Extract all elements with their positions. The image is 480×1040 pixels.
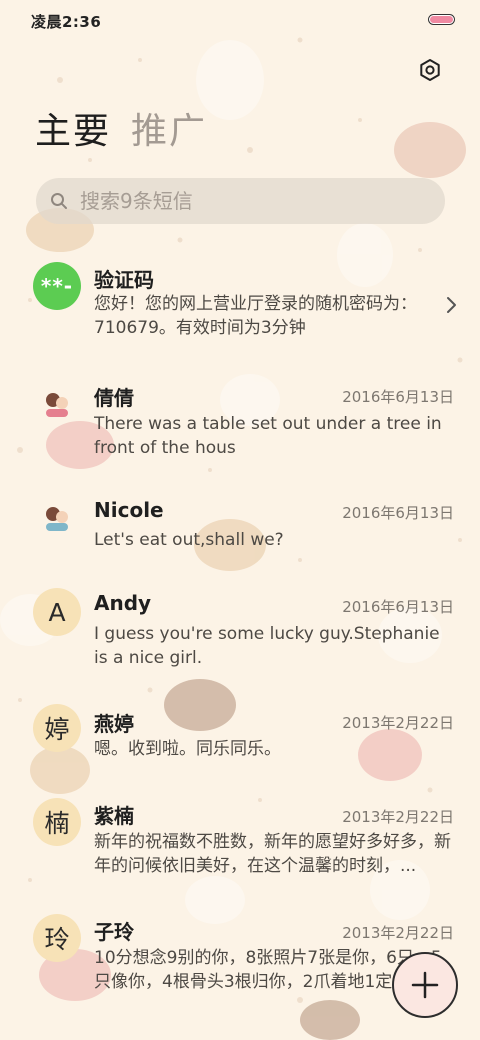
contact-name: Andy xyxy=(94,591,152,615)
contact-photo-icon xyxy=(46,393,68,417)
contact-name: 子玲 xyxy=(94,920,134,944)
battery-icon xyxy=(428,14,455,25)
avatar: A xyxy=(33,588,81,636)
conversation-item[interactable]: **- 验证码 您好！您的网上营业厅登录的随机密码为：710679。有效时间为3… xyxy=(0,250,480,350)
contact-name: 燕婷 xyxy=(94,712,134,736)
conversation-item[interactable]: 楠 紫楠 2013年2月22日 新年的祝福数不胜数，新年的愿望好多好多，新年的问… xyxy=(0,790,480,890)
contact-photo-icon xyxy=(46,507,68,531)
search-input[interactable] xyxy=(80,186,400,216)
message-date: 2013年2月22日 xyxy=(342,924,454,942)
settings-button[interactable] xyxy=(414,54,446,86)
message-date: 2013年2月22日 xyxy=(342,714,454,732)
message-date: 2016年6月13日 xyxy=(342,388,454,406)
message-date: 2016年6月13日 xyxy=(342,598,454,616)
search-icon xyxy=(51,193,67,209)
compose-button[interactable] xyxy=(392,952,458,1018)
message-date: 2013年2月22日 xyxy=(342,808,454,826)
contact-name: 验证码 xyxy=(94,268,154,292)
contact-name: 紫楠 xyxy=(94,804,134,828)
avatar: **- xyxy=(33,262,81,310)
message-preview: Let's eat out,shall we? xyxy=(94,530,284,550)
message-date: 2016年6月13日 xyxy=(342,504,454,522)
message-preview: I guess you're some lucky guy.Stephanie … xyxy=(94,624,440,668)
category-tabs: 主要 推广 xyxy=(35,108,207,156)
message-preview: 嗯。收到啦。同乐同乐。 xyxy=(94,739,281,759)
status-bar: 凌晨2:36 xyxy=(0,0,480,40)
message-preview: There was a table set out under a tree i… xyxy=(94,414,442,458)
avatar: 楠 xyxy=(33,798,81,846)
tab-primary[interactable]: 主要 xyxy=(35,108,111,156)
avatar xyxy=(33,380,81,428)
message-preview: 新年的祝福数不胜数，新年的愿望好多好多，新年的问候依旧美好，在这个温馨的时刻，.… xyxy=(94,832,451,876)
avatar xyxy=(33,494,81,542)
contact-name: Nicole xyxy=(94,498,164,522)
plus-icon xyxy=(411,971,439,999)
tab-promotions[interactable]: 推广 xyxy=(131,108,207,156)
conversation-item[interactable]: Nicole 2016年6月13日 Let's eat out,shall we… xyxy=(0,486,480,566)
message-preview: 您好！您的网上营业厅登录的随机密码为：710679。有效时间为3分钟 xyxy=(94,294,417,338)
settings-icon xyxy=(420,59,440,81)
conversation-item[interactable]: 倩倩 2016年6月13日 There was a table set out … xyxy=(0,370,480,470)
chevron-right-icon xyxy=(447,297,456,313)
conversation-item[interactable]: 婷 燕婷 2013年2月22日 嗯。收到啦。同乐同乐。 xyxy=(0,696,480,776)
avatar: 婷 xyxy=(33,704,81,752)
conversation-item[interactable]: A Andy 2016年6月13日 I guess you're some lu… xyxy=(0,580,480,680)
avatar: 玲 xyxy=(33,914,81,962)
contact-name: 倩倩 xyxy=(94,386,134,410)
status-time: 凌晨2:36 xyxy=(31,13,102,31)
